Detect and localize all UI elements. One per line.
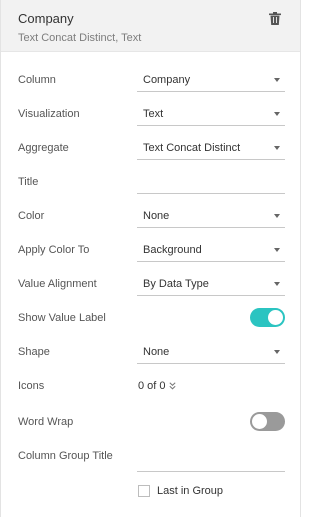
apply-color-to-row: Apply Color To Background: [1, 238, 302, 266]
caret-down-icon: [274, 282, 280, 286]
last-in-group-label: Last in Group: [157, 485, 224, 497]
column-row: Column Company: [1, 68, 302, 96]
caret-down-icon: [274, 78, 280, 82]
title-row: Title: [1, 170, 302, 198]
caret-down-icon: [274, 248, 280, 252]
icons-count: 0 of 0: [138, 380, 166, 392]
last-in-group-checkbox[interactable]: [138, 485, 150, 497]
color-row: Color None: [1, 204, 302, 232]
show-value-label-label: Show Value Label: [18, 312, 106, 324]
visualization-select[interactable]: Text: [137, 102, 285, 126]
show-value-label-row: Show Value Label: [1, 306, 302, 334]
toggle-knob: [252, 414, 267, 429]
color-select-value: None: [143, 210, 170, 222]
word-wrap-row: Word Wrap: [1, 410, 302, 438]
caret-down-icon: [274, 146, 280, 150]
column-group-title-input[interactable]: [137, 448, 285, 472]
shape-row: Shape None: [1, 340, 302, 368]
trash-icon[interactable]: [269, 12, 281, 25]
color-select[interactable]: None: [137, 204, 285, 228]
column-settings-panel: Company Text Concat Distinct, Text Colum…: [0, 0, 301, 517]
aggregate-label: Aggregate: [18, 142, 69, 154]
visualization-row: Visualization Text: [1, 102, 302, 130]
visualization-label: Visualization: [18, 108, 80, 120]
title-input[interactable]: [137, 170, 285, 194]
shape-label: Shape: [18, 346, 50, 358]
shape-select[interactable]: None: [137, 340, 285, 364]
apply-color-to-select-value: Background: [143, 244, 202, 256]
toggle-knob: [268, 310, 283, 325]
aggregate-select-value: Text Concat Distinct: [143, 142, 241, 154]
word-wrap-toggle[interactable]: [250, 412, 285, 431]
value-alignment-select-value: By Data Type: [143, 278, 209, 290]
title-label: Title: [18, 176, 39, 188]
caret-down-icon: [274, 112, 280, 116]
apply-color-to-label: Apply Color To: [18, 244, 90, 256]
column-select[interactable]: Company: [137, 68, 285, 92]
caret-down-icon: [274, 350, 280, 354]
double-chevron-down-icon: [168, 382, 176, 390]
icons-label: Icons: [18, 380, 45, 392]
caret-down-icon: [274, 214, 280, 218]
apply-color-to-select[interactable]: Background: [137, 238, 285, 262]
color-label: Color: [18, 210, 45, 222]
aggregate-row: Aggregate Text Concat Distinct: [1, 136, 302, 164]
word-wrap-label: Word Wrap: [18, 416, 74, 428]
icons-row: Icons 0 of 0: [1, 374, 302, 402]
panel-subtitle: Text Concat Distinct, Text: [18, 32, 142, 44]
visualization-select-value: Text: [143, 108, 164, 120]
panel-header: Company Text Concat Distinct, Text: [1, 0, 300, 52]
aggregate-select[interactable]: Text Concat Distinct: [137, 136, 285, 160]
show-value-label-toggle[interactable]: [250, 308, 285, 327]
panel-title: Company: [18, 11, 74, 26]
last-in-group-row: Last in Group: [1, 485, 302, 501]
value-alignment-label: Value Alignment: [18, 278, 97, 290]
value-alignment-row: Value Alignment By Data Type: [1, 272, 302, 300]
shape-select-value: None: [143, 346, 170, 358]
column-group-title-label: Column Group Title: [18, 450, 113, 462]
icons-expander[interactable]: 0 of 0: [138, 380, 176, 392]
column-label: Column: [18, 74, 56, 86]
column-select-value: Company: [143, 74, 191, 86]
value-alignment-select[interactable]: By Data Type: [137, 272, 285, 296]
